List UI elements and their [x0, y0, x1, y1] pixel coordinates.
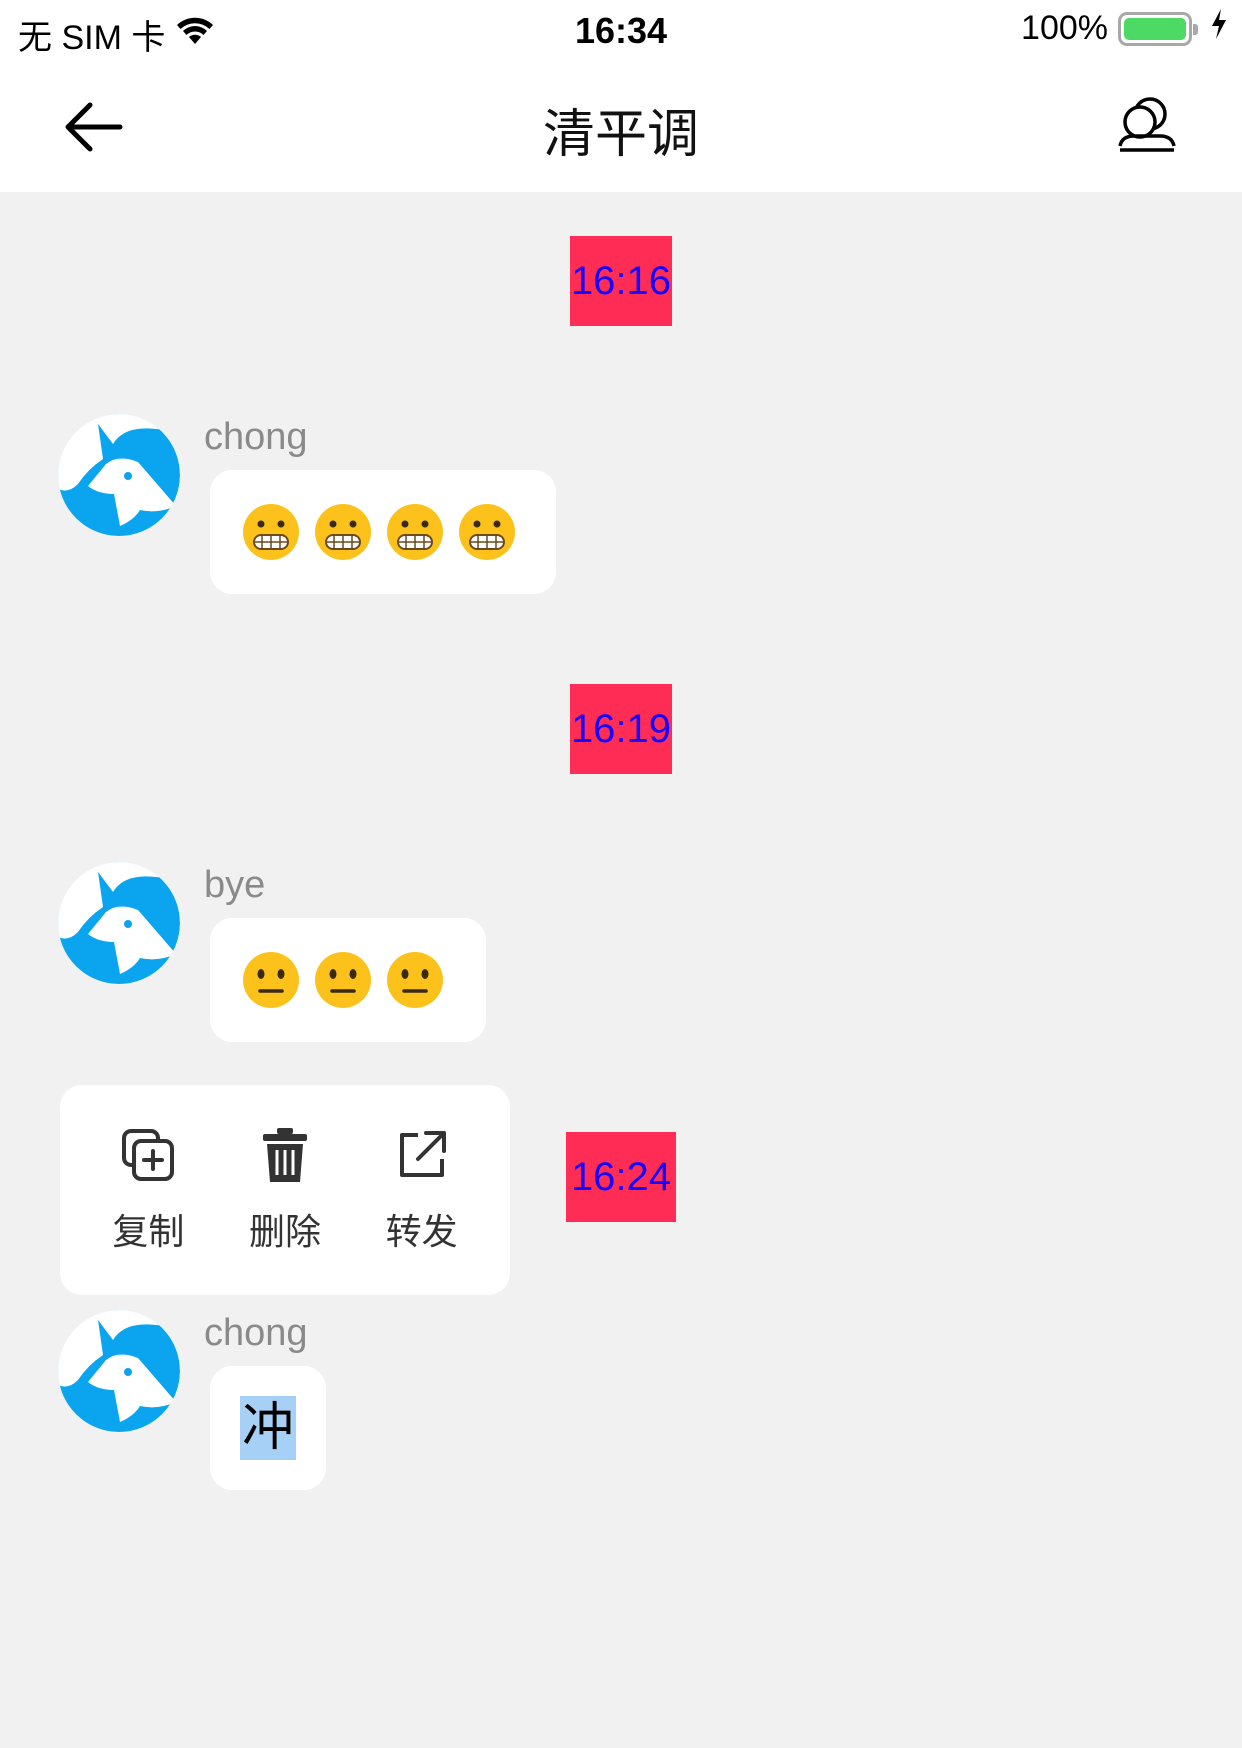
delete-label: 删除	[248, 1212, 321, 1253]
timestamp-tag: 16:19	[570, 684, 672, 774]
copy-label: 复制	[112, 1212, 185, 1253]
battery-icon	[1118, 11, 1198, 46]
message-bubble[interactable]	[210, 470, 556, 594]
unicorn-icon	[58, 1310, 180, 1432]
delete-button[interactable]: 删除	[225, 1125, 345, 1255]
unicorn-icon	[58, 862, 180, 984]
timestamp-tag: 16:16	[570, 236, 672, 326]
grimacing-face-icon	[387, 504, 443, 560]
sender-name: chong	[204, 416, 308, 458]
page-title: 清平调	[542, 105, 699, 165]
grimacing-face-icon	[315, 504, 371, 560]
battery-fill	[1124, 17, 1186, 40]
neutral-face-icon	[243, 952, 299, 1008]
message-bubble[interactable]	[210, 918, 486, 1042]
message-context-menu: 复制 删除 转发	[60, 1085, 510, 1295]
avatar[interactable]	[58, 862, 180, 984]
avatar[interactable]	[58, 1310, 180, 1432]
forward-label: 转发	[385, 1212, 458, 1253]
forward-button[interactable]: 转发	[362, 1125, 482, 1255]
unicorn-icon	[58, 414, 180, 536]
copy-button[interactable]: 复制	[88, 1125, 208, 1255]
copy-icon	[122, 1129, 175, 1181]
charging-icon	[1210, 8, 1228, 49]
grimacing-face-icon	[459, 504, 515, 560]
battery-percent: 100%	[1021, 9, 1108, 47]
sender-name: chong	[204, 1312, 308, 1354]
status-right: 100%	[1021, 8, 1228, 49]
neutral-face-icon	[387, 952, 443, 1008]
group-members-button[interactable]	[1112, 92, 1182, 162]
timestamp-tag: 16:24	[566, 1132, 676, 1222]
sender-name: bye	[204, 864, 266, 906]
share-icon	[399, 1131, 446, 1177]
avatar[interactable]	[58, 414, 180, 536]
group-members-icon	[1118, 97, 1176, 152]
message-bubble[interactable]: 冲	[210, 1366, 326, 1490]
selected-message-text[interactable]: 冲	[240, 1396, 297, 1460]
neutral-face-icon	[315, 952, 371, 1008]
trash-icon	[262, 1128, 307, 1182]
navigation-bar: 清平调	[0, 62, 1242, 192]
status-bar: 无 SIM 卡 16:34 100%	[0, 0, 1242, 62]
grimacing-face-icon	[243, 504, 299, 560]
